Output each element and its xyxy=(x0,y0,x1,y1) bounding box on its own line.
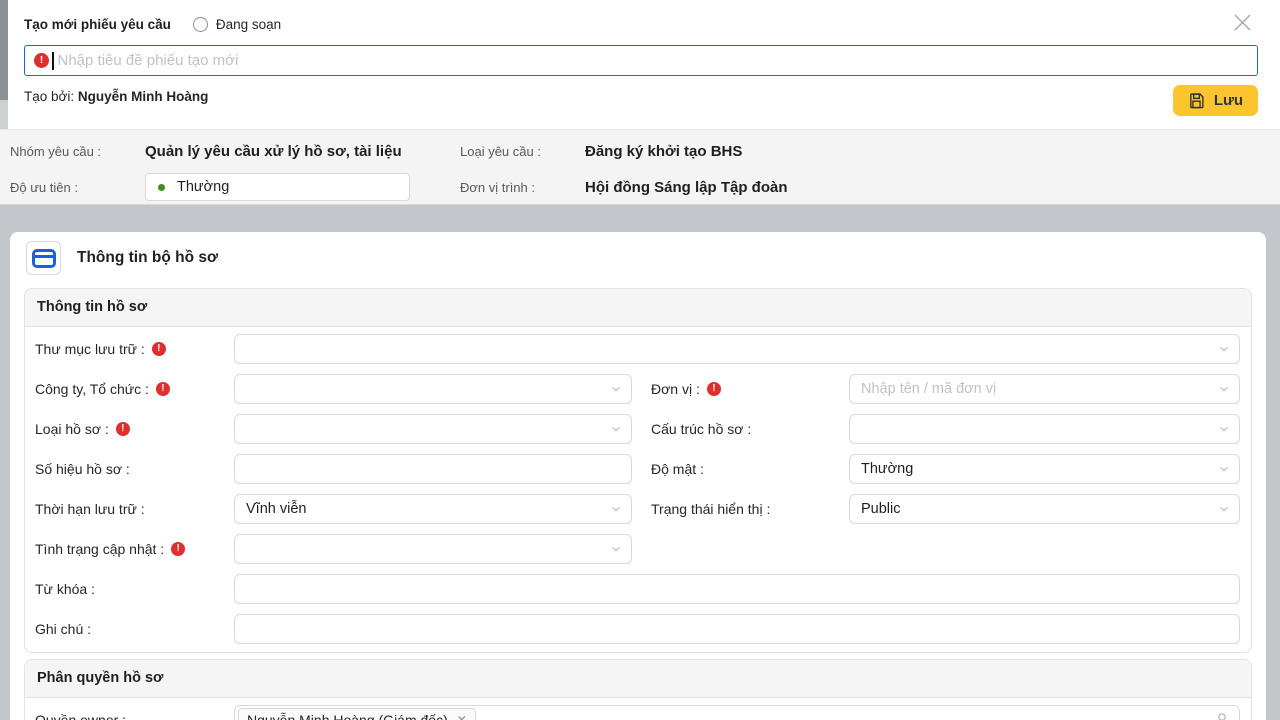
notes-label: Ghi chú : xyxy=(35,621,234,637)
display-status-value: Public xyxy=(861,501,901,517)
chevron-down-icon xyxy=(610,383,622,395)
modal-topbar: Tạo mới phiếu yêu cầu Đang soạn Tạo bởi:… xyxy=(0,0,1280,130)
submit-unit-label: Đơn vị trình : xyxy=(460,180,585,195)
section-permissions-body: Quyền owner : Nguyễn Minh Hoàng (Giám đố… xyxy=(25,698,1251,720)
request-group-value: Quản lý yêu cầu xử lý hồ sơ, tài liệu xyxy=(145,143,460,160)
creator-label: Tạo bởi: xyxy=(24,89,74,104)
radio-icon[interactable] xyxy=(193,17,208,32)
confidentiality-label: Độ mật : xyxy=(651,461,849,477)
required-icon xyxy=(34,53,49,68)
chevron-down-icon xyxy=(610,423,622,435)
update-status-select[interactable] xyxy=(234,534,632,564)
display-status-select[interactable]: Public xyxy=(849,494,1240,524)
page-edge-artifact-dark xyxy=(0,0,8,100)
remove-owner-icon[interactable]: ✕ xyxy=(457,714,467,720)
text-caret xyxy=(52,52,54,70)
save-button-label: Lưu xyxy=(1214,92,1243,109)
dossier-structure-label: Cấu trúc hồ sơ : xyxy=(651,421,849,437)
status-radio-label: Đang soạn xyxy=(216,17,281,32)
storage-folder-label: Thư mục lưu trữ : xyxy=(35,341,234,357)
owner-permission-label: Quyền owner : xyxy=(35,712,234,720)
update-status-label: Tình trạng cập nhật : xyxy=(35,541,234,557)
permissions-form-grid: Quyền owner : Nguyễn Minh Hoàng (Giám đố… xyxy=(35,705,1240,720)
save-button[interactable]: Lưu xyxy=(1173,85,1258,116)
required-icon xyxy=(152,342,166,356)
notes-input[interactable] xyxy=(234,614,1240,644)
creator-name: Nguyễn Minh Hoàng xyxy=(78,89,209,104)
creator-row: Tạo bởi: Nguyễn Minh Hoàng xyxy=(24,89,208,104)
request-group-label: Nhóm yêu cầu : xyxy=(10,144,145,159)
priority-select[interactable]: Thường xyxy=(145,173,410,201)
request-summary-bar: Nhóm yêu cầu : Quản lý yêu cầu xử lý hồ … xyxy=(0,130,1280,205)
company-org-label: Công ty, Tổ chức : xyxy=(35,381,234,397)
ticket-title-field[interactable] xyxy=(24,45,1258,76)
section-permissions: Phân quyền hồ sơ Quyền owner : Nguyễn Mi… xyxy=(24,659,1252,720)
chevron-down-icon xyxy=(1218,423,1230,435)
dossier-card-header: Thông tin bộ hồ sơ xyxy=(10,232,1266,282)
priority-value: Thường xyxy=(177,179,229,195)
dossier-number-label: Số hiệu hồ sơ : xyxy=(35,461,234,477)
unit-placeholder: Nhập tên / mã đơn vị xyxy=(861,381,996,397)
dossier-card: Thông tin bộ hồ sơ Thông tin hồ sơ Thư m… xyxy=(10,232,1266,720)
status-radio-draft[interactable]: Đang soạn xyxy=(193,17,281,32)
modal-title: Tạo mới phiếu yêu cầu xyxy=(24,17,171,32)
submit-unit-value: Hội đồng Sáng lập Tập đoàn xyxy=(585,179,1280,196)
keywords-label: Từ khóa : xyxy=(35,581,234,597)
owner-permission-select[interactable]: Nguyễn Minh Hoàng (Giám đốc) ✕ xyxy=(234,705,1240,720)
confidentiality-value: Thường xyxy=(861,461,913,477)
required-icon xyxy=(156,382,170,396)
chevron-down-icon xyxy=(1218,503,1230,515)
section-dossier-info: Thông tin hồ sơ Thư mục lưu trữ : xyxy=(24,288,1252,653)
dossier-rows-icon xyxy=(32,249,56,268)
dossier-number-input[interactable] xyxy=(234,454,632,484)
owner-tag: Nguyễn Minh Hoàng (Giám đốc) ✕ xyxy=(238,708,476,720)
page-edge-artifact-light xyxy=(0,100,8,129)
dossier-type-select[interactable] xyxy=(234,414,632,444)
content-backdrop: Thông tin bộ hồ sơ Thông tin hồ sơ Thư m… xyxy=(0,205,1280,720)
required-icon xyxy=(171,542,185,556)
dossier-structure-select[interactable] xyxy=(849,414,1240,444)
request-type-value: Đăng ký khởi tạo BHS xyxy=(585,143,1280,160)
owner-tag-text: Nguyễn Minh Hoàng (Giám đốc) xyxy=(247,712,448,720)
chevron-down-icon xyxy=(1218,463,1230,475)
chevron-down-icon xyxy=(610,543,622,555)
unit-label: Đơn vị : xyxy=(651,381,849,397)
request-type-label: Loại yêu cầu : xyxy=(460,144,585,159)
person-icon xyxy=(1215,712,1229,720)
section-permissions-title: Phân quyền hồ sơ xyxy=(25,660,1251,698)
chevron-down-icon xyxy=(1218,343,1230,355)
modal-header-row: Tạo mới phiếu yêu cầu Đang soạn xyxy=(24,10,1256,38)
chevron-down-icon xyxy=(1218,383,1230,395)
display-status-label: Trạng thái hiển thị : xyxy=(651,501,849,517)
unit-select[interactable]: Nhập tên / mã đơn vị xyxy=(849,374,1240,404)
retention-period-value: Vĩnh viễn xyxy=(246,501,306,517)
required-icon xyxy=(116,422,130,436)
dossier-type-label: Loại hồ sơ : xyxy=(35,421,234,437)
section-dossier-info-title: Thông tin hồ sơ xyxy=(25,289,1251,327)
ticket-title-input[interactable] xyxy=(58,52,1249,69)
required-icon xyxy=(707,382,721,396)
keywords-input[interactable] xyxy=(234,574,1240,604)
retention-period-select[interactable]: Vĩnh viễn xyxy=(234,494,632,524)
close-icon xyxy=(1233,13,1252,32)
storage-folder-select[interactable] xyxy=(234,334,1240,364)
chevron-down-icon xyxy=(610,503,622,515)
retention-period-label: Thời hạn lưu trữ : xyxy=(35,501,234,517)
priority-label: Độ ưu tiên : xyxy=(10,180,145,195)
confidentiality-select[interactable]: Thường xyxy=(849,454,1240,484)
dossier-card-title: Thông tin bộ hồ sơ xyxy=(77,249,218,267)
save-icon xyxy=(1188,92,1205,109)
company-org-select[interactable] xyxy=(234,374,632,404)
dossier-form-grid: Thư mục lưu trữ : Công ty, Tổ chức : xyxy=(35,334,1240,644)
section-dossier-info-body: Thư mục lưu trữ : Công ty, Tổ chức : xyxy=(25,327,1251,652)
dossier-icon-box xyxy=(26,241,61,275)
close-button[interactable] xyxy=(1230,10,1254,34)
priority-dot-icon xyxy=(158,184,165,191)
